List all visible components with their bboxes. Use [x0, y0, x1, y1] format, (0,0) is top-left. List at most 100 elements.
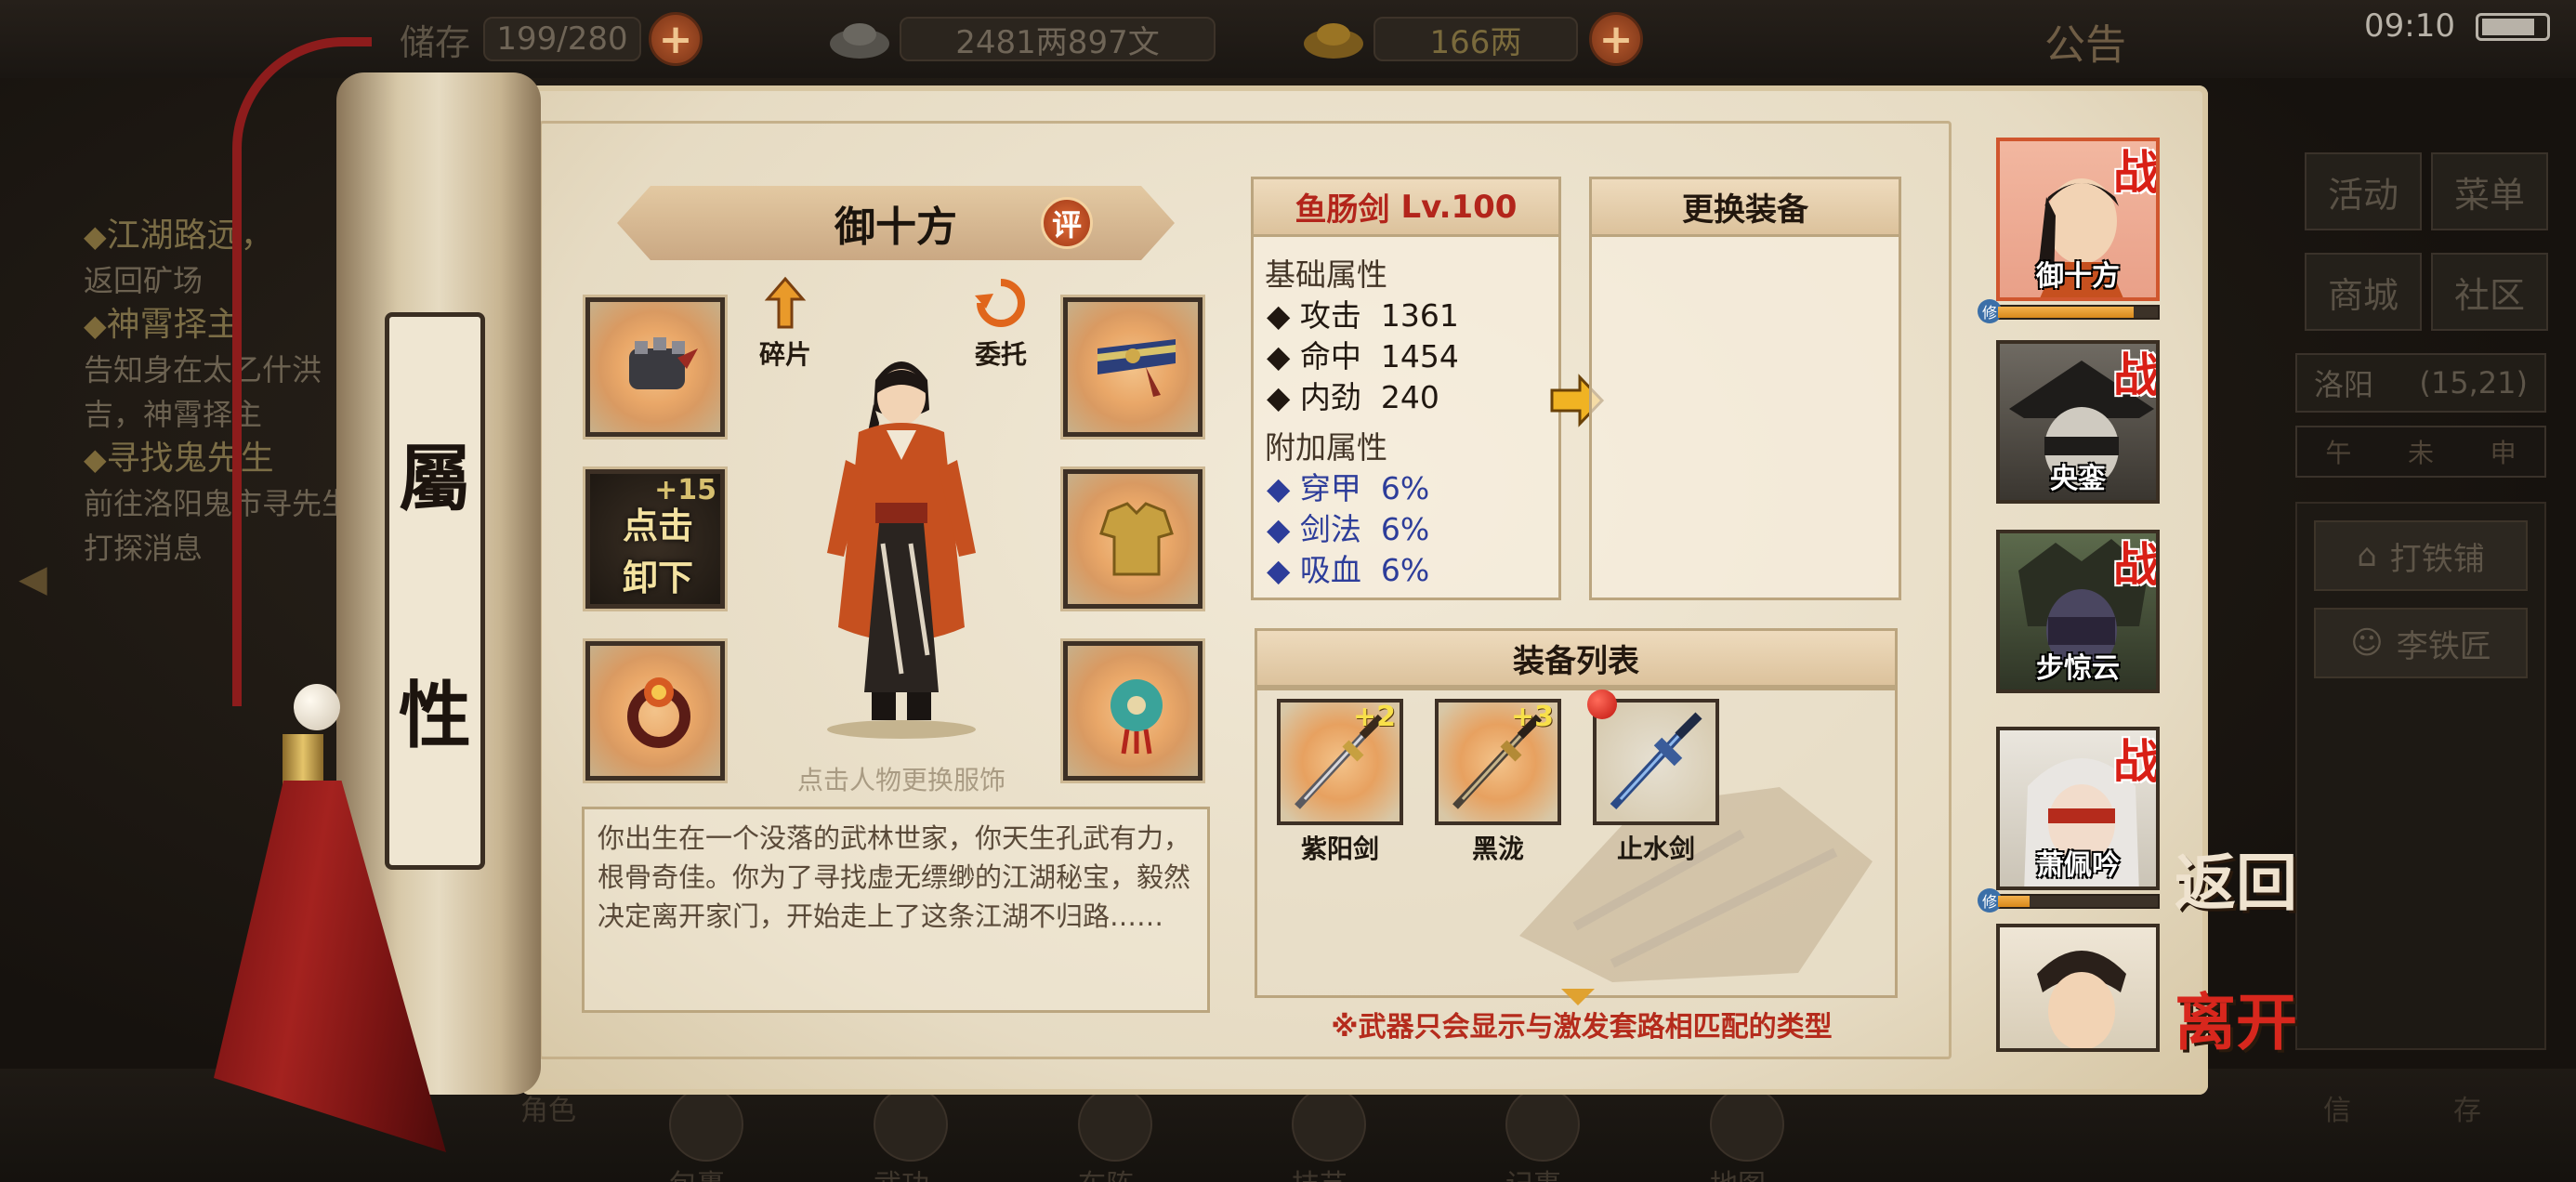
extra-stat-row: ◆ 穿甲 6% [1267, 470, 1430, 506]
inventory-resource: 储存 199/280 + [400, 12, 703, 66]
extra-attr-title: 附加属性 [1265, 429, 1387, 466]
location-coords: (15,21) [2419, 365, 2528, 401]
equip-item[interactable]: +3 黑泷 [1435, 699, 1561, 866]
stat-value: 1361 [1380, 297, 1459, 334]
inventory-add-button[interactable]: + [649, 12, 703, 66]
battle-badge: 战 [2113, 537, 2160, 592]
cultivation-bar: 修 [1978, 299, 2160, 323]
gold-value: 166两 [1373, 17, 1578, 61]
base-stat-row: ◆ 攻击 1361 [1267, 297, 1459, 334]
party-name: 萧佩吟 [2036, 849, 2120, 882]
armor-slot[interactable] [1063, 469, 1203, 609]
tassel-bead [294, 684, 340, 730]
inventory-value: 199/280 [483, 17, 642, 61]
party-name: 御十方 [2036, 260, 2120, 293]
replace-title: 更换装备 [1592, 179, 1899, 237]
compass-mid: 未 [2407, 438, 2434, 468]
nav-label: 角色 [520, 1095, 576, 1127]
scroll-title: 屬 性 [385, 312, 485, 870]
unequip-slot[interactable]: +15 点击卸下 [585, 469, 725, 609]
nav-character[interactable]: 角色 [520, 1087, 651, 1171]
stat-name: 命中 [1299, 338, 1361, 374]
equip-slot[interactable]: +2 [1277, 699, 1403, 825]
base-attr-title: 基础属性 [1265, 256, 1387, 293]
party-portrait[interactable]: 战 萧佩吟 [1996, 727, 2160, 890]
menu-button[interactable]: 菜单 [2431, 152, 2548, 230]
stat-name: 攻击 [1299, 297, 1361, 334]
stat-name: 内劲 [1299, 379, 1361, 415]
cultivation-fill [1998, 307, 2135, 318]
stat-value: 1454 [1380, 338, 1459, 374]
nav-label: 包裹 [669, 1169, 725, 1182]
blue-sword-icon [1610, 712, 1702, 810]
equip-slot[interactable] [1587, 690, 1719, 825]
stat-value: 240 [1380, 379, 1439, 415]
silver-value: 2481两897文 [900, 17, 1216, 61]
weapon-level: Lv.100 [1400, 188, 1518, 226]
activity-button[interactable]: 活动 [2305, 152, 2422, 230]
party-portrait[interactable]: 战 央銮 [1996, 340, 2160, 504]
weapon-filter-note: ※武器只会显示与激发套路相匹配的类型 [1331, 1011, 1833, 1044]
top-resource-bar [0, 0, 2576, 78]
amulet-slot[interactable] [1063, 641, 1203, 781]
letter-label: 信 [2323, 1095, 2351, 1127]
teapot-icon [1292, 1087, 1366, 1162]
party-member[interactable]: 战 步惊云 [1996, 530, 2160, 693]
save-button[interactable]: 存 [2453, 1087, 2528, 1171]
party-member[interactable]: 战 御十方 修 [1978, 138, 2160, 323]
gold-add-button[interactable]: + [1589, 12, 1643, 66]
nav-skills[interactable]: 技艺 [1292, 1087, 1422, 1182]
stat-name: 剑法 [1299, 511, 1361, 547]
gauntlet-slot[interactable] [585, 297, 725, 437]
nav-formation[interactable]: 布阵 [1078, 1087, 1208, 1182]
compass-left: 午 [2325, 438, 2352, 468]
nav-label: 记事 [1505, 1169, 1561, 1182]
party-member[interactable] [1996, 924, 2160, 1052]
nav-journal[interactable]: 记事 [1505, 1087, 1636, 1182]
nav-martial[interactable]: 武功 [874, 1087, 1004, 1182]
time-compass: 午 未 申 [2295, 426, 2546, 478]
leave-button[interactable]: 离开 [2175, 992, 2297, 1053]
party-portrait[interactable] [1996, 924, 2160, 1052]
belt-icon [1090, 324, 1176, 410]
belt-slot[interactable] [1063, 297, 1203, 437]
smithy-button[interactable]: ⌂ 打铁铺 [2314, 520, 2528, 591]
battle-badge: 战 [2113, 145, 2160, 200]
cultivation-bar: 修 [1978, 888, 2160, 913]
map-icon [1710, 1087, 1784, 1162]
community-button[interactable]: 社区 [2431, 253, 2548, 331]
letter-button[interactable]: 信 [2323, 1087, 2398, 1171]
hero-portrait[interactable] [790, 321, 1013, 739]
smith-npc-label: 李铁匠 [2396, 627, 2491, 665]
nav-map[interactable]: 地图 [1710, 1087, 1840, 1182]
equip-list-title: 装备列表 [1255, 628, 1898, 688]
base-stat-row: ◆ 内劲 240 [1267, 379, 1439, 415]
smithy-label: 打铁铺 [2389, 540, 2485, 578]
party-member[interactable]: 战 央銮 [1996, 340, 2160, 504]
party-member[interactable]: 战 萧佩吟 修 [1978, 727, 2160, 913]
party-portrait[interactable]: 战 御十方 [1996, 138, 2160, 301]
ring-slot[interactable] [585, 641, 725, 781]
gauntlet-icon [612, 324, 698, 410]
weapon-name: 鱼肠剑 [1295, 191, 1390, 229]
person-icon: ☺ [2350, 624, 2384, 662]
back-button[interactable]: 返回 [2175, 852, 2297, 913]
scroll-title-char: 屬 [398, 436, 471, 521]
nav-bag[interactable]: 包裹 [669, 1087, 799, 1182]
party-portrait[interactable]: 战 步惊云 [1996, 530, 2160, 693]
weapon-title: 鱼肠剑 Lv.100 [1254, 179, 1558, 237]
equip-item[interactable]: +2 紫阳剑 [1277, 699, 1403, 866]
nav-label: 地图 [1710, 1169, 1766, 1182]
status-clock: 09:10 [2364, 7, 2455, 45]
shop-button[interactable]: 商城 [2305, 253, 2422, 331]
notice-button[interactable]: 公告 [2044, 11, 2126, 71]
party-name: 央銮 [2050, 463, 2106, 495]
battle-badge: 战 [2113, 348, 2160, 402]
gold-ingot-icon [1304, 23, 1363, 59]
location-display[interactable]: 洛阳 (15,21) [2295, 353, 2546, 413]
rate-button[interactable]: 评 [1041, 197, 1093, 249]
equip-item[interactable]: 止水剑 [1587, 690, 1719, 866]
equip-slot[interactable]: +3 [1435, 699, 1561, 825]
collapse-left-arrow-icon[interactable]: ◀ [19, 558, 74, 613]
smith-npc-button[interactable]: ☺ 李铁匠 [2314, 608, 2528, 678]
